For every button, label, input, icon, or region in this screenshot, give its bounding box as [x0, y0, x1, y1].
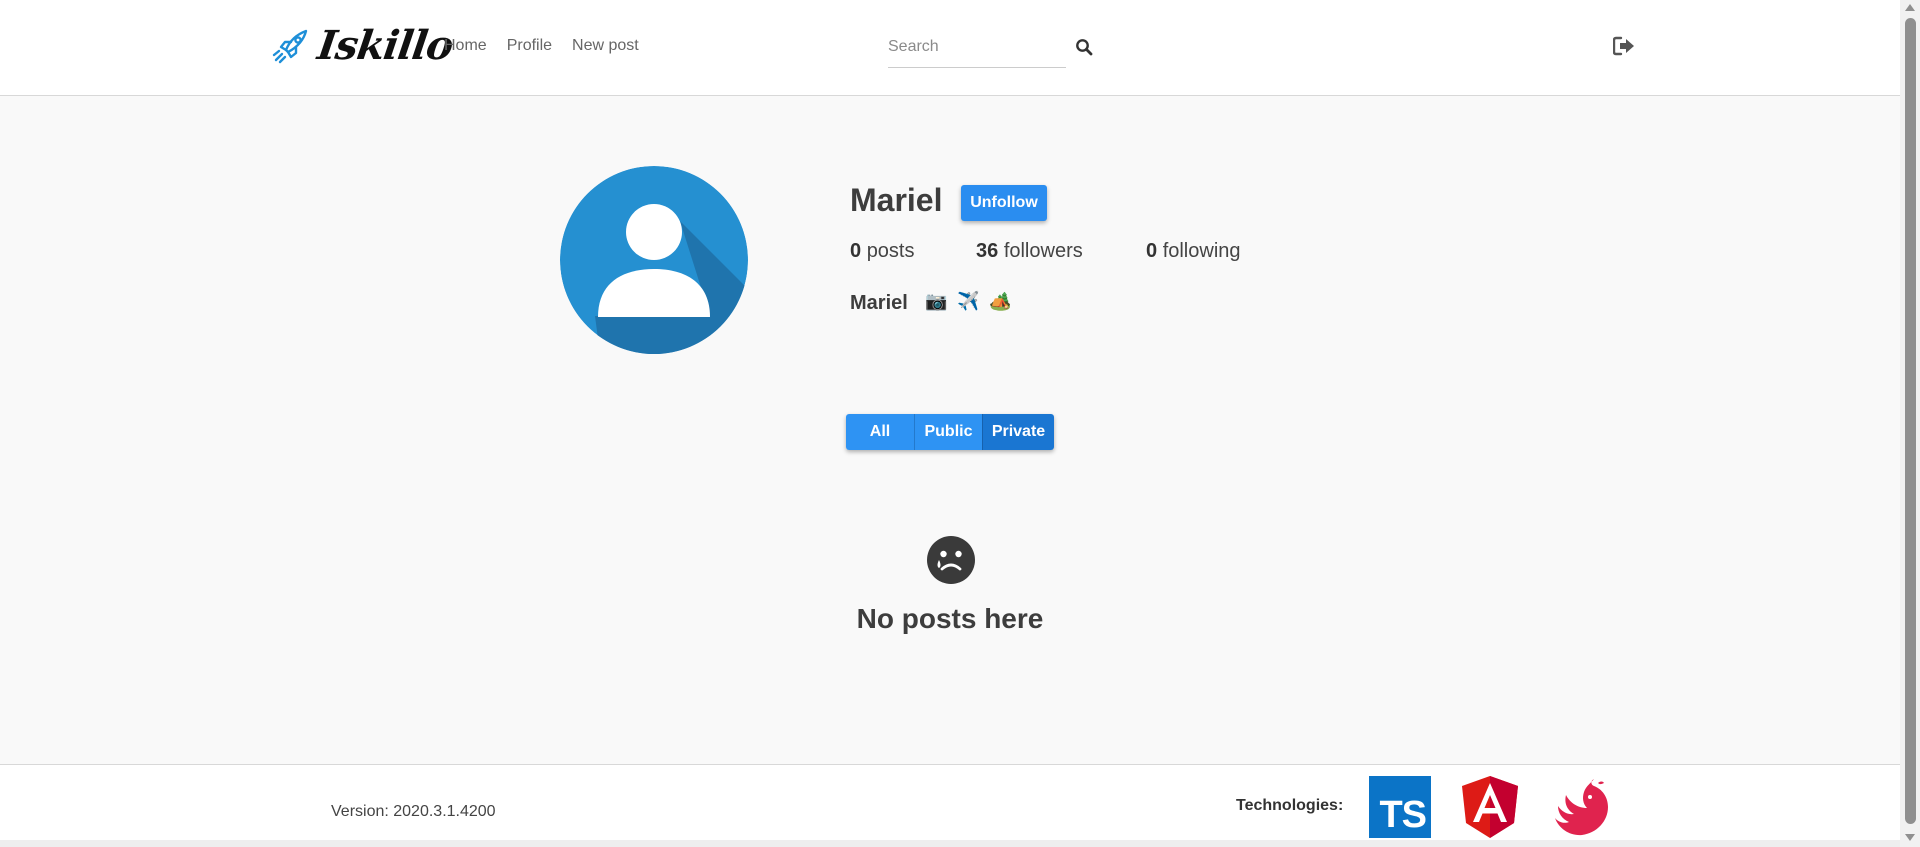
followers-stat[interactable]: 36 followers — [976, 240, 1083, 263]
typescript-logo-text: TS — [1379, 794, 1427, 836]
logout-icon[interactable] — [1613, 36, 1635, 56]
user-avatar-icon — [560, 166, 748, 354]
search-icon[interactable] — [1075, 38, 1093, 56]
search-box — [888, 32, 1066, 68]
profile-bio-emojis: 📷 ✈️ 🏕️ — [925, 291, 1014, 312]
scroll-down-arrow-icon[interactable] — [1905, 834, 1915, 841]
typescript-logo[interactable]: TS — [1369, 776, 1431, 838]
search-input[interactable] — [888, 32, 1066, 62]
technologies-label: Technologies: — [1236, 797, 1344, 814]
scrollbar-thumb[interactable] — [1905, 18, 1916, 824]
nav-home-link[interactable]: Home — [444, 37, 487, 55]
followers-label: followers — [1003, 240, 1083, 262]
posts-stat: 0 posts — [850, 240, 915, 263]
version-text: Version: 2020.3.1.4200 — [331, 803, 496, 820]
post-filter-tabs: All Public Private — [846, 414, 1054, 450]
nav-new-post-link[interactable]: New post — [572, 37, 639, 55]
following-label: following — [1162, 240, 1241, 262]
posts-count: 0 — [850, 240, 862, 262]
empty-state-message: No posts here — [856, 603, 1044, 634]
top-navbar: Iskillo Home Profile New post — [0, 0, 1900, 96]
following-count: 0 — [1146, 240, 1158, 262]
profile-avatar — [560, 166, 748, 354]
angular-logo[interactable] — [1460, 775, 1520, 839]
nestjs-logo[interactable] — [1550, 775, 1614, 839]
following-stat[interactable]: 0 following — [1146, 240, 1241, 263]
unfollow-button[interactable]: Unfollow — [961, 185, 1047, 221]
tab-public[interactable]: Public — [914, 414, 982, 450]
followers-count: 36 — [976, 240, 999, 262]
tab-private[interactable]: Private — [982, 414, 1054, 450]
page-scrollbar[interactable] — [1900, 0, 1920, 847]
sad-face-icon — [927, 536, 975, 584]
brand-name: Iskillo — [314, 22, 456, 69]
scroll-up-arrow-icon[interactable] — [1905, 4, 1915, 11]
main-nav: Home Profile New post — [444, 37, 639, 55]
rocket-icon — [272, 29, 308, 63]
brand-logo-link[interactable]: Iskillo — [272, 22, 456, 69]
footer-bottom-strip — [0, 840, 1900, 847]
page-footer: Version: 2020.3.1.4200 Technologies: TS — [0, 764, 1900, 840]
posts-label: posts — [866, 240, 915, 262]
tab-all[interactable]: All — [846, 414, 914, 450]
nav-profile-link[interactable]: Profile — [507, 37, 552, 55]
profile-bio-name: Mariel — [850, 292, 908, 314]
profile-username: Mariel — [850, 182, 943, 218]
